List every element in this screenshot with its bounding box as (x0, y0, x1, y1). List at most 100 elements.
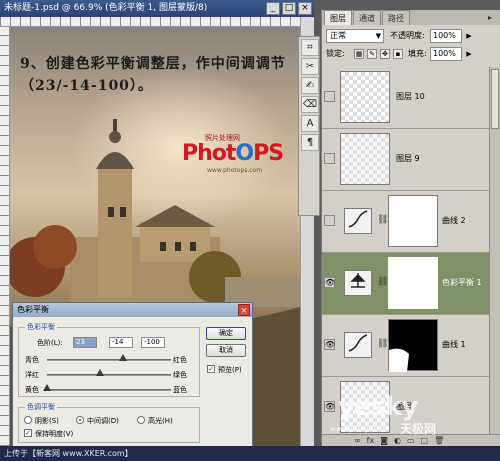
lock-transparency-icon[interactable]: ▦ (354, 49, 364, 59)
layer-name: 曲线 1 (442, 340, 466, 349)
layer-mask-thumbnail[interactable] (388, 195, 438, 247)
layer-mask-thumbnail[interactable] (388, 319, 438, 372)
highlights-radio[interactable] (137, 416, 145, 424)
visibility-eye-icon[interactable]: 👁 (324, 277, 335, 288)
yellow-blue-slider[interactable] (47, 389, 171, 391)
maximize-button[interactable]: □ (282, 2, 296, 15)
ok-button[interactable]: 确定 (206, 327, 246, 340)
logo-url: www.photops.com (207, 167, 263, 174)
layer-row[interactable]: 图层 9 (322, 129, 490, 191)
midtones-label: 中间调(D) (87, 417, 119, 425)
link-icon[interactable]: ⛓ (377, 215, 388, 225)
lock-row: 锁定: ▦ ✎ ✥ ▪ 填充: 100% ▶ (324, 47, 499, 63)
preserve-luminosity-checkbox[interactable]: ✓ (24, 429, 32, 437)
opacity-arrow-icon[interactable]: ▶ (464, 29, 474, 43)
add-mask-icon[interactable]: ◙ (380, 435, 388, 446)
level-input-cyan-red[interactable]: 23 (73, 337, 97, 348)
yesky-watermark-sub: 天极网 (400, 422, 437, 436)
shadows-label: 阴影(S) (35, 417, 59, 425)
yellow-blue-thumb[interactable] (43, 384, 51, 391)
layer-row-selected[interactable]: 👁 ⛓ 色彩平衡 1 (322, 253, 490, 315)
dialog-title-bar[interactable]: 色彩平衡 (13, 303, 252, 317)
tab-layers[interactable]: 图层 (324, 10, 352, 25)
minimize-button[interactable]: _ (266, 2, 280, 15)
layer-thumbnail (340, 71, 390, 123)
preview-checkbox[interactable]: ✓ (207, 365, 215, 373)
mask-shape (389, 348, 409, 372)
color-balance-group-label: 色彩平衡 (25, 322, 57, 332)
visibility-eye-icon[interactable]: 👁 (324, 339, 335, 350)
tree (33, 225, 77, 269)
link-icon[interactable]: ⛓ (377, 339, 388, 349)
scroll-thumb[interactable] (491, 69, 499, 129)
tab-channels[interactable]: 通道 (353, 10, 381, 25)
fill-label: 填充: (408, 49, 427, 58)
lock-move-icon[interactable]: ✥ (380, 49, 390, 59)
color-balance-adjustment-icon (344, 270, 372, 296)
blend-row: 正常 ▼ 不透明度: 100% ▶ (324, 28, 499, 44)
window (108, 207, 114, 217)
layer-style-icon[interactable]: fx (367, 435, 375, 446)
level-input-yellow-blue[interactable]: -100 (141, 337, 165, 348)
visibility-eye-icon[interactable]: 👁 (324, 401, 335, 412)
magenta-green-slider[interactable] (47, 374, 171, 376)
lock-all-icon[interactable]: ▪ (393, 49, 403, 59)
layer-name: 曲线 2 (442, 216, 466, 225)
blend-mode-value: 正常 (330, 31, 346, 40)
close-button[interactable]: × (298, 2, 312, 15)
curves-graph-icon (348, 334, 368, 352)
ruler-vertical[interactable] (0, 27, 10, 446)
layer-mask-thumbnail[interactable] (388, 257, 438, 309)
tab-paths[interactable]: 路径 (382, 10, 410, 25)
visibility-toggle[interactable] (324, 215, 335, 226)
slider-right-label: 绿色 (173, 371, 187, 379)
layers-panel: 图层 通道 路径 ▸ 正常 ▼ 不透明度: 100% ▶ 锁定: ▦ ✎ ✥ ▪… (321, 10, 500, 446)
document-title-bar[interactable]: 未标题-1.psd @ 66.9% (色彩平衡 1, 图层蒙版/8) _ □ × (0, 0, 314, 17)
tower-dome (96, 152, 134, 169)
level-input-magenta-green[interactable]: -14 (109, 337, 133, 348)
fill-input[interactable]: 100% (430, 47, 462, 61)
magenta-green-thumb[interactable] (96, 369, 105, 376)
yesky-watermark: yesky (338, 392, 418, 422)
grid-tool-icon[interactable]: ⌗ (301, 39, 319, 56)
highlights-label: 高光(H) (148, 417, 173, 425)
brush-tool-icon[interactable]: ✍ (301, 77, 319, 94)
shadows-radio[interactable] (24, 416, 32, 424)
layer-row[interactable]: ⛓ 曲线 2 (322, 191, 490, 253)
panel-menu-icon[interactable]: ▸ (484, 12, 496, 23)
eraser-tool-icon[interactable]: ⌫ (301, 96, 319, 113)
cyan-red-thumb[interactable] (119, 354, 128, 361)
scissors-tool-icon[interactable]: ✂ (301, 58, 319, 75)
dialog-title: 色彩平衡 (17, 305, 49, 314)
visibility-toggle[interactable] (324, 153, 335, 164)
document-title: 未标题-1.psd @ 66.9% (色彩平衡 1, 图层蒙版/8) (4, 3, 208, 13)
layer-thumbnail (340, 133, 390, 185)
cancel-button[interactable]: 取消 (206, 344, 246, 357)
castle-roof (135, 205, 215, 227)
toolbox: ⌗ ✂ ✍ ⌫ A ¶ (298, 36, 320, 216)
fill-arrow-icon[interactable]: ▶ (464, 47, 474, 61)
tutorial-caption: 9、创建色彩平衡调整层，作中间调调节（23/-14-100）。 (20, 56, 286, 94)
layer-name: 色彩平衡 1 (442, 278, 482, 287)
cyan-red-slider[interactable] (47, 359, 171, 361)
visibility-toggle[interactable] (324, 91, 335, 102)
panel-tabs: 图层 通道 路径 (322, 10, 500, 25)
midtones-radio[interactable] (76, 416, 84, 424)
logo-prefix: Phot (182, 141, 236, 166)
link-layers-icon[interactable]: ∞ (354, 435, 361, 446)
layer-row[interactable]: 图层 10 (322, 67, 490, 129)
link-icon[interactable]: ⛓ (377, 277, 388, 287)
layer-row[interactable]: 👁 ⛓ 曲线 1 (322, 315, 490, 377)
opacity-input[interactable]: 100% (430, 29, 462, 43)
type-tool-icon[interactable]: A (301, 115, 319, 132)
dialog-close-button[interactable]: × (238, 304, 250, 316)
lock-label: 锁定: (326, 49, 345, 58)
ruler-horizontal[interactable] (0, 17, 300, 27)
preserve-luminosity-label: 保持明度(V) (35, 430, 74, 438)
blend-mode-select[interactable]: 正常 ▼ (326, 29, 384, 43)
window-controls: _ □ × (266, 2, 312, 15)
window (160, 242, 166, 251)
lock-paint-icon[interactable]: ✎ (367, 49, 377, 59)
layer-scrollbar[interactable] (489, 67, 500, 434)
paragraph-tool-icon[interactable]: ¶ (301, 134, 319, 151)
